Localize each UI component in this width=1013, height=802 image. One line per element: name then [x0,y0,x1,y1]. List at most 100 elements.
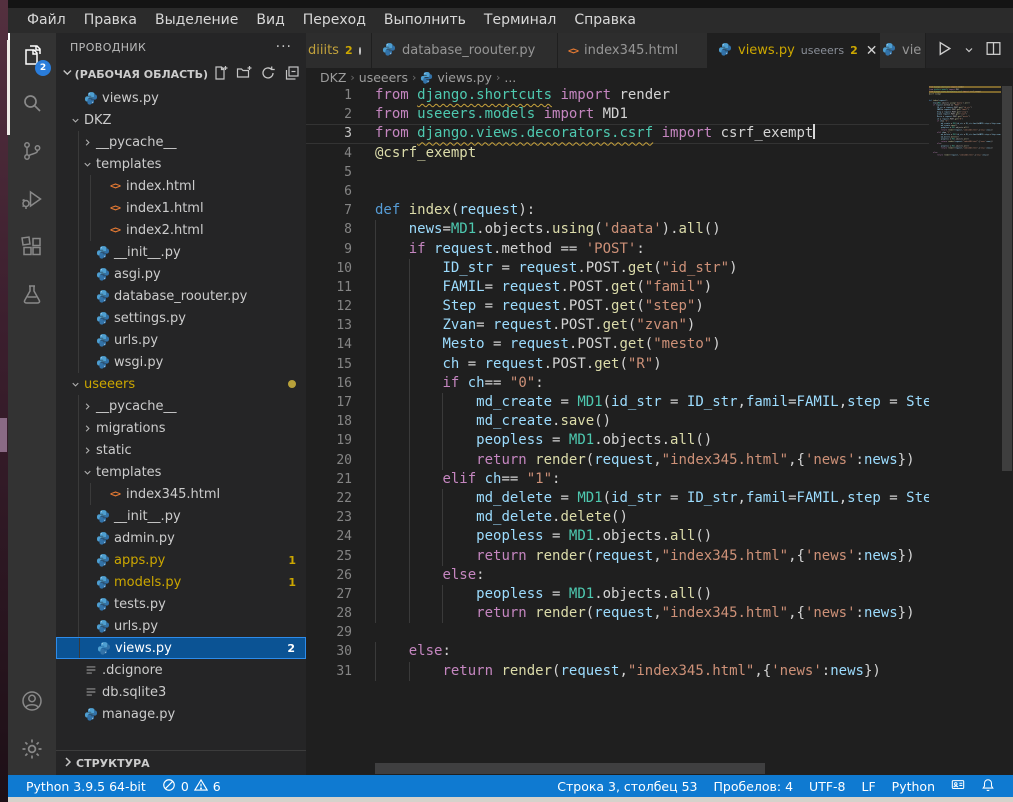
tree-item-urls-py[interactable]: urls.py [56,615,306,637]
indent-guide [90,197,91,219]
menu-файл[interactable]: Файл [18,8,75,33]
status-language-mode[interactable]: Python [884,775,943,797]
line-number: 5 [306,163,352,182]
tree-item-manage-py[interactable]: manage.py [56,703,306,725]
menu-правка[interactable]: Правка [75,8,146,33]
activity-explorer[interactable]: 2 [8,33,56,81]
tree-item-views-py[interactable]: views.py [56,87,306,109]
tree-item-static[interactable]: static [56,439,306,461]
tree-item-models-py[interactable]: models.py1 [56,571,306,593]
outline-section-header[interactable]: СТРУКТУРА [56,750,306,775]
workspace-section-header[interactable]: (РАБОЧАЯ ОБЛАСТЬ) ... [56,61,306,87]
indent-guide [90,219,91,241]
menu-справка[interactable]: Справка [565,8,645,33]
tab-views-py[interactable]: views.py useeers 2 ✕ [708,33,880,68]
tree-item--pycache-[interactable]: __pycache__ [56,131,306,153]
tree-item-settings-py[interactable]: settings.py [56,307,306,329]
activity-testing[interactable] [8,273,56,321]
tree-item--init-py[interactable]: __init__.py [56,505,306,527]
tree-item-templates[interactable]: templates [56,461,306,483]
status-feedback[interactable] [943,775,973,797]
tree-item-migrations[interactable]: migrations [56,417,306,439]
tree-item-urls-py[interactable]: urls.py [56,329,306,351]
file-tree: views.py DKZ __pycache__ templates <>ind… [56,87,306,750]
activity-account[interactable] [8,679,56,727]
line-number: 20 [306,451,352,470]
minimap[interactable]: from django.shortcuts import renderfrom … [929,86,1001,486]
tab-vie[interactable]: vie [880,33,926,68]
tree-item-templates[interactable]: templates [56,153,306,175]
new-folder-icon[interactable] [236,65,252,84]
status-cursor-position[interactable]: Строка 3, столбец 53 [549,775,705,797]
python-icon [94,619,112,633]
status-indentation[interactable]: Пробелов: 4 [706,775,802,797]
menu-терминал[interactable]: Терминал [475,8,565,33]
tree-item-database-roouter-py[interactable]: database_roouter.py [56,285,306,307]
new-file-icon[interactable] [212,65,228,84]
tree-item-db-sqlite3[interactable]: db.sqlite3 [56,681,306,703]
tree-item-wsgi-py[interactable]: wsgi.py [56,351,306,373]
tree-item--dcignore[interactable]: .dcignore [56,659,306,681]
menu-переход[interactable]: Переход [294,8,375,33]
tab-problems-badge: 2 [850,44,858,57]
split-editor[interactable] [985,40,1002,61]
run-python-file[interactable] [936,40,953,61]
tab-index345-html[interactable]: <> index345.html [558,33,708,68]
tree-item-views-py[interactable]: views.py2 [56,637,306,659]
activity-settings[interactable] [8,727,56,775]
collapse-all-icon[interactable] [284,65,300,84]
refresh-icon[interactable] [260,65,276,84]
breadcrumb-item[interactable]: views.py [420,70,492,85]
tab-database-roouter-py[interactable]: database_roouter.py [372,33,558,68]
sidebar-more-actions[interactable]: ··· [276,39,292,55]
menu-выделение[interactable]: Выделение [146,8,247,33]
status-problems[interactable]: 0 6 [154,775,229,797]
code-line-25: 25 return render(request,"index345.html"… [306,547,929,566]
code-line-6: 6 [306,182,929,201]
tree-item--init-py[interactable]: __init__.py [56,241,306,263]
tree-item-asgi-py[interactable]: asgi.py [56,263,306,285]
code-editor[interactable]: 1 from django.shortcuts import render 2 … [306,86,1013,775]
code-line-24: 24 peopless = MD1.objects.all() [306,527,929,546]
indent-guide [78,527,79,549]
tree-item--pycache-[interactable]: __pycache__ [56,395,306,417]
tree-item-admin-py[interactable]: admin.py [56,527,306,549]
activity-run-and-debug[interactable] [8,177,56,225]
tree-item-useeers[interactable]: useeers [56,373,306,395]
run-dropdown[interactable] [963,41,975,60]
python-icon [82,91,100,105]
status-encoding[interactable]: UTF-8 [801,775,853,797]
indent-guide [78,395,79,417]
line-number: 1 [306,86,352,105]
tree-item-index1-html[interactable]: <>index1.html [56,197,306,219]
tree-item-index345-html[interactable]: <>index345.html [56,483,306,505]
chevron-down-icon [60,65,75,83]
status-python-interpreter[interactable]: Python 3.9.5 64-bit [18,775,154,797]
tree-item-index-html[interactable]: <>index.html [56,175,306,197]
menu-вид[interactable]: Вид [247,8,293,33]
activity-extensions[interactable] [8,225,56,273]
activity-search[interactable] [8,81,56,129]
line-number: 22 [306,489,352,508]
tab-problems-badge: 2 [345,44,353,57]
tree-item-apps-py[interactable]: apps.py1 [56,549,306,571]
tab-diiits[interactable]: diiits 2 [306,33,372,68]
line-number: 2 [306,105,352,124]
activity-source-control[interactable] [8,129,56,177]
code-line-21: 21 elif ch== "1": [306,470,929,489]
close-icon[interactable]: ✕ [866,43,878,59]
problems-badge: 1 [288,554,296,567]
horizontal-scrollbar[interactable] [375,763,917,774]
indent-guide [78,263,79,285]
tree-item-DKZ[interactable]: DKZ [56,109,306,131]
breadcrumb-item[interactable]: ... [504,70,516,85]
status-eol[interactable]: LF [854,775,884,797]
status-notifications[interactable] [973,775,1003,797]
line-number: 11 [306,278,352,297]
breadcrumb-item[interactable]: useeers [359,70,408,85]
menu-выполнить[interactable]: Выполнить [375,8,475,33]
breadcrumb-item[interactable]: DKZ [320,70,346,85]
tree-item-tests-py[interactable]: tests.py [56,593,306,615]
vertical-scrollbar[interactable] [1001,86,1013,775]
tree-item-index2-html[interactable]: <>index2.html [56,219,306,241]
